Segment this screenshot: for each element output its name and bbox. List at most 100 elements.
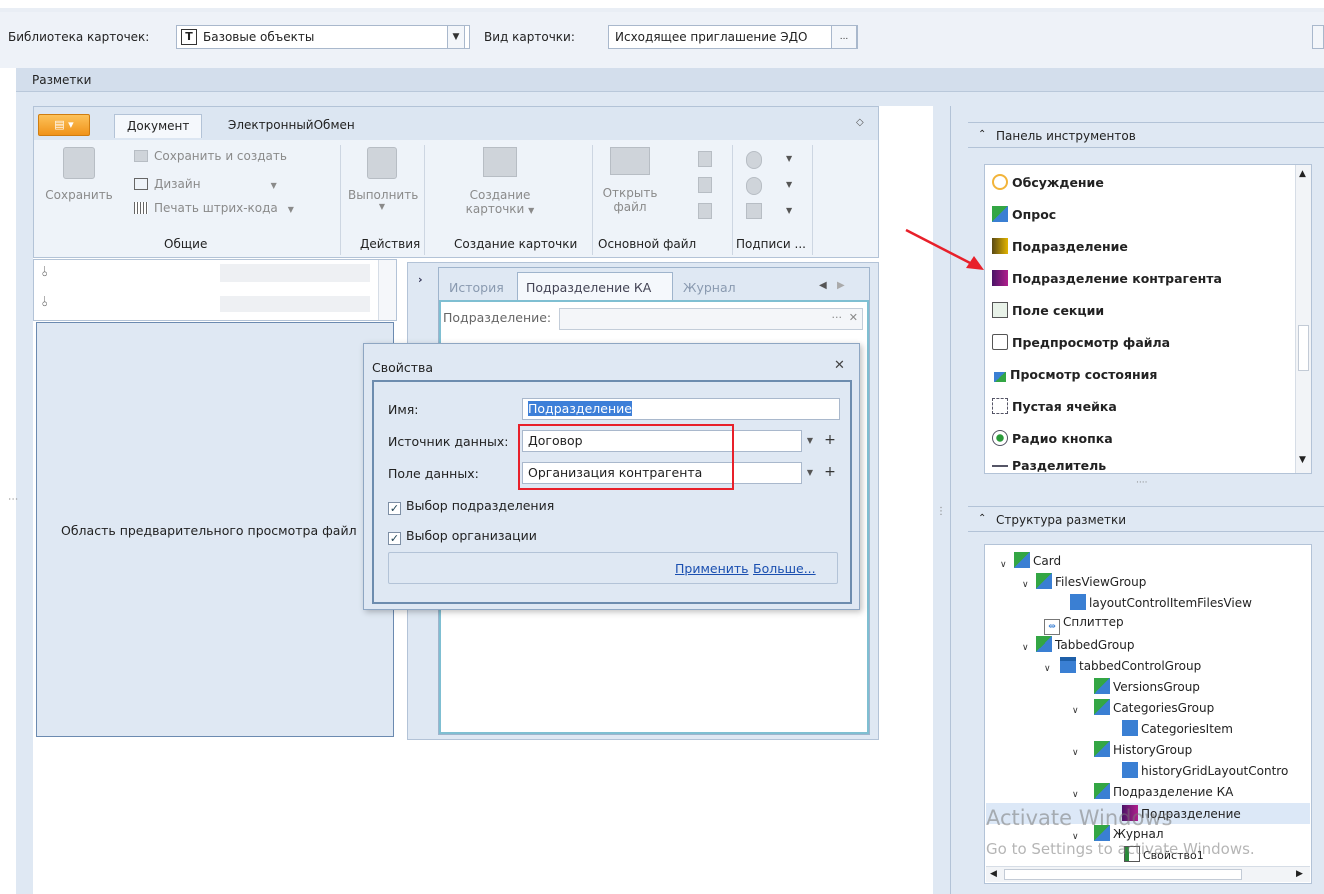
scroll-down-icon[interactable]: ▼: [1299, 455, 1306, 465]
tree-node-categoriesgroup[interactable]: CategoriesGroup: [1094, 699, 1214, 715]
tree-node-tabbedcontrolgroup[interactable]: tabbedControlGroup: [1060, 657, 1201, 673]
toolbar-button-right[interactable]: [1312, 25, 1324, 49]
toolpanel-scrollbar[interactable]: ▲ ▼: [1295, 165, 1311, 473]
view-select[interactable]: Исходящее приглашение ЭДО ...: [608, 25, 858, 49]
state-view-icon: [994, 372, 1006, 382]
tool-radio-button-label: Радио кнопка: [1012, 431, 1113, 446]
collapse-ribbon-icon[interactable]: ◇: [856, 117, 864, 128]
group-label-create-card: Создание карточки: [454, 237, 578, 251]
chevron-down-icon[interactable]: ∨: [1044, 664, 1051, 674]
chevron-down-icon[interactable]: ∨: [1022, 643, 1029, 653]
design-button[interactable]: Дизайн ▼: [134, 177, 277, 191]
select-organization-checkbox[interactable]: ✓ Выбор организации: [388, 528, 537, 545]
toolpanel-header[interactable]: ⌃ Панель инструментов: [968, 122, 1324, 148]
chevron-down-icon[interactable]: ▼: [786, 180, 792, 189]
tool-state-view[interactable]: Просмотр состояния: [992, 365, 1157, 385]
tool-counterparty-department[interactable]: Подразделение контрагента: [992, 269, 1222, 289]
expand-arrow-icon[interactable]: ›: [418, 273, 423, 286]
scroll-thumb[interactable]: [1298, 325, 1309, 371]
tree-node-card[interactable]: Card: [1014, 552, 1061, 568]
tree-node-historygrid[interactable]: historyGridLayoutContro: [1122, 762, 1288, 778]
scroll-up-icon[interactable]: ▲: [1299, 169, 1306, 179]
scroll-left-icon[interactable]: ◀: [990, 869, 997, 879]
tree-node-filesviewgroup[interactable]: FilesViewGroup: [1036, 573, 1146, 589]
save-icon: [63, 147, 95, 179]
tree-node-label: historyGridLayoutContro: [1141, 764, 1289, 778]
tabs-scroll-left-icon[interactable]: ◀: [819, 280, 827, 291]
tree-node-categoriesitem[interactable]: CategoriesItem: [1122, 720, 1233, 736]
chevron-down-icon[interactable]: ∨: [1022, 580, 1029, 590]
tab-electronic-exchange[interactable]: ЭлектронныйОбмен: [216, 114, 367, 138]
clear-icon[interactable]: ✕: [849, 311, 858, 324]
more-link[interactable]: Больше...: [753, 561, 816, 576]
open-file-button[interactable]: Открыть файл: [600, 147, 660, 214]
tool-separator[interactable]: Разделитель: [992, 459, 1106, 473]
tree-node-splitter[interactable]: ⇹ Сплиттер: [1044, 615, 1124, 635]
add-source-button[interactable]: +: [820, 430, 840, 452]
unlock-icon[interactable]: [698, 203, 712, 219]
section-field-icon: [992, 302, 1008, 318]
name-input[interactable]: Подразделение: [522, 398, 840, 420]
create-card-button[interactable]: Создание карточки ▼: [446, 147, 554, 216]
tabs-scroll-right-icon[interactable]: ▶: [837, 280, 845, 291]
chevron-up-icon[interactable]: ⌃: [978, 513, 986, 524]
tool-poll[interactable]: Опрос: [992, 205, 1056, 225]
close-icon[interactable]: ✕: [834, 358, 845, 373]
chevron-down-icon[interactable]: ▼: [786, 206, 792, 215]
ellipsis-icon[interactable]: ···: [832, 311, 843, 324]
chevron-down-icon[interactable]: ∨: [1072, 706, 1079, 716]
chevron-down-icon[interactable]: ∨: [1072, 748, 1079, 758]
apply-link[interactable]: Применить: [675, 561, 749, 576]
chevron-down-icon[interactable]: ▼: [802, 431, 818, 451]
tree-node-filesview-item[interactable]: layoutControlItemFilesView: [1070, 594, 1252, 610]
chevron-down-icon[interactable]: ∨: [1000, 560, 1007, 570]
layouts-title: Разметки: [32, 73, 92, 87]
tab-document[interactable]: Документ: [114, 114, 203, 138]
tree-node-label: Сплиттер: [1063, 615, 1124, 629]
lock-icon[interactable]: [698, 151, 712, 167]
tree-node-tabbedgroup[interactable]: TabbedGroup: [1036, 636, 1134, 652]
tool-department[interactable]: Подразделение: [992, 237, 1128, 257]
tool-radio-button[interactable]: Радио кнопка: [992, 429, 1113, 449]
tool-section-field[interactable]: Поле секции: [992, 301, 1104, 321]
tool-section-field-label: Поле секции: [1012, 303, 1105, 318]
chevron-up-icon[interactable]: ⌃: [978, 129, 986, 140]
scroll-right-icon[interactable]: ▶: [1296, 869, 1303, 879]
tree-node-historygroup[interactable]: HistoryGroup: [1094, 741, 1192, 757]
add-field-button[interactable]: +: [820, 462, 840, 484]
app-menu-button[interactable]: ▤ ▾: [38, 114, 90, 136]
chevron-down-icon[interactable]: ▼: [447, 25, 465, 49]
files-scrollbar[interactable]: [378, 260, 396, 320]
chevron-down-icon[interactable]: ▼: [786, 154, 792, 163]
select-department-checkbox[interactable]: ✓ Выбор подразделения: [388, 498, 554, 515]
splitter-handle-right[interactable]: ⋮: [936, 506, 946, 517]
more-button[interactable]: ...: [831, 25, 857, 49]
tree-node-counterparty-department[interactable]: Подразделение КА: [1094, 783, 1233, 799]
tool-file-preview[interactable]: Предпросмотр файла: [992, 333, 1170, 353]
files-list[interactable]: ⫰ ⫰: [33, 259, 397, 321]
save-and-create-button[interactable]: Сохранить и создать: [134, 149, 287, 163]
tool-discussion[interactable]: Обсуждение: [992, 173, 1104, 193]
tree-node-versionsgroup[interactable]: VersionsGroup: [1094, 678, 1200, 694]
lock-question-icon[interactable]: [698, 177, 712, 193]
tree-hscrollbar[interactable]: ◀ ▶: [986, 866, 1310, 882]
hscroll-thumb[interactable]: [1004, 869, 1242, 880]
department-field[interactable]: ··· ✕: [559, 308, 863, 330]
signature-check-icon[interactable]: [746, 177, 762, 195]
execute-button[interactable]: Выполнить ▼: [348, 147, 418, 211]
chevron-down-icon[interactable]: ∨: [1072, 790, 1079, 800]
tab-journal[interactable]: Журнал: [683, 280, 736, 295]
tab-counterparty-department[interactable]: Подразделение КА: [517, 272, 673, 300]
open-file-icon: [610, 147, 650, 175]
print-barcode-button[interactable]: Печать штрих-кода ▼: [134, 201, 294, 215]
splitter-handle-left[interactable]: ⋮: [7, 494, 18, 504]
signature-arrow-icon[interactable]: [746, 203, 762, 219]
signature-icon[interactable]: [746, 151, 762, 169]
panel-splitter-dots[interactable]: ····: [1136, 478, 1147, 488]
tab-history[interactable]: История: [449, 280, 504, 295]
save-button[interactable]: Сохранить: [42, 147, 116, 217]
structure-header[interactable]: ⌃ Структура разметки: [968, 506, 1324, 532]
tool-empty-cell[interactable]: Пустая ячейка: [992, 397, 1117, 417]
library-select[interactable]: T Базовые объекты ▼: [176, 25, 470, 49]
chevron-down-icon[interactable]: ▼: [802, 463, 818, 483]
